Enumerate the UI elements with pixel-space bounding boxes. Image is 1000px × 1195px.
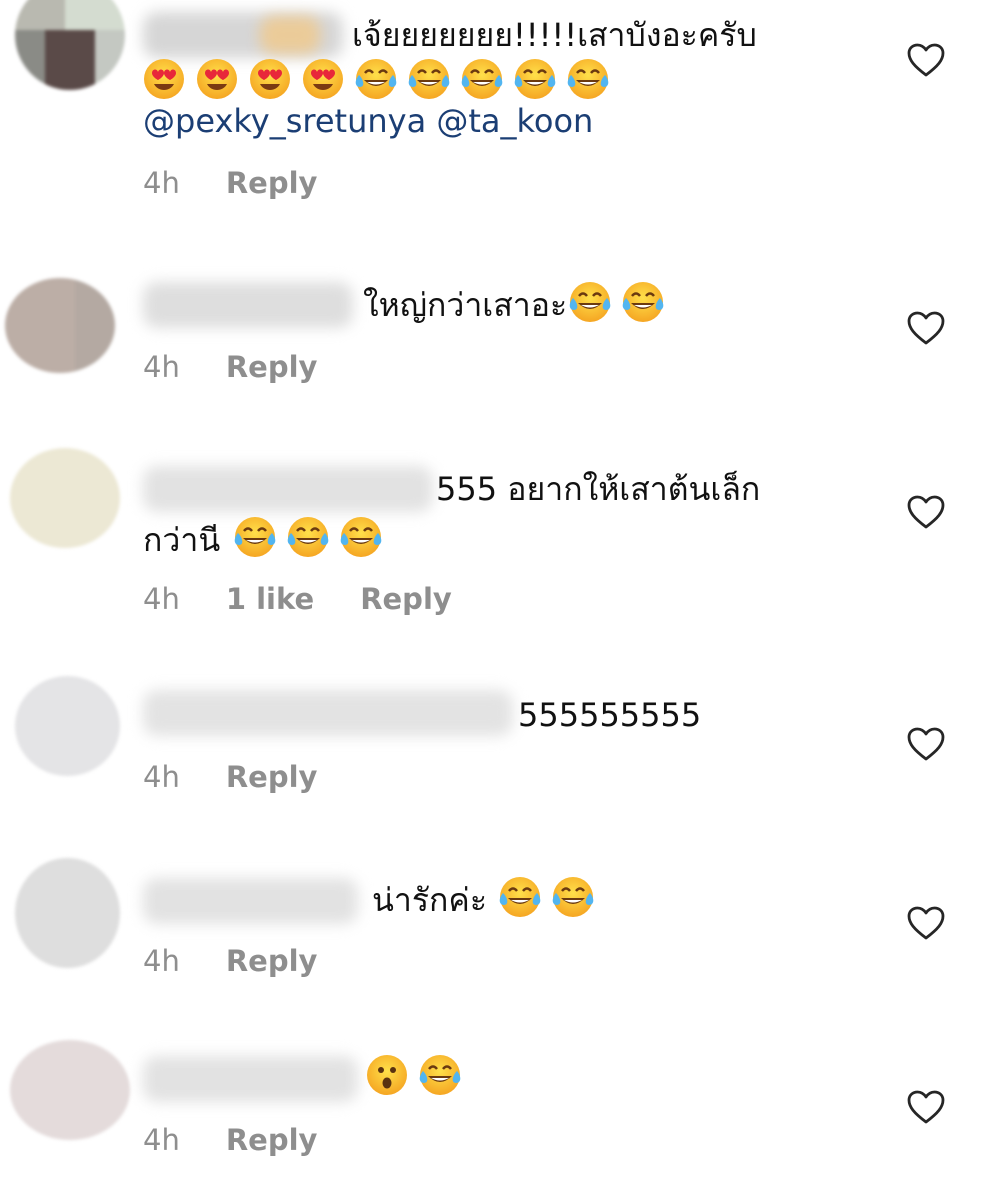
timestamp: 4h: [143, 760, 180, 794]
comment-text: เจ้ยยยยยยย!!!!!เสาบังอะครับ: [352, 16, 757, 54]
avatar[interactable]: [5, 278, 115, 373]
timestamp: 4h: [143, 166, 180, 200]
timestamp: 4h: [143, 582, 180, 616]
avatar[interactable]: [10, 1040, 130, 1140]
reply-button[interactable]: Reply: [226, 760, 318, 794]
comment-meta: 4h Reply: [143, 166, 363, 200]
mention-link[interactable]: @ta_koon: [436, 102, 593, 140]
tears-of-joy-emoji-icon: [499, 876, 541, 918]
tears-of-joy-emoji-icon: [355, 58, 397, 100]
like-heart-icon[interactable]: [906, 42, 946, 78]
like-heart-icon[interactable]: [906, 1089, 946, 1125]
comment-text: [366, 1054, 472, 1101]
tears-of-joy-emoji-icon: [622, 281, 664, 323]
avatar[interactable]: [15, 676, 120, 776]
reply-button[interactable]: Reply: [226, 1123, 318, 1157]
like-heart-icon[interactable]: [906, 905, 946, 941]
reply-button[interactable]: Reply: [360, 582, 452, 616]
comment-text: 555 อยากให้เสาต้นเล็ก: [436, 470, 761, 508]
comment-text: น่ารักค่ะ: [372, 876, 605, 923]
username-blurred[interactable]: [143, 878, 358, 924]
tears-of-joy-emoji-icon: [408, 58, 450, 100]
reply-button[interactable]: Reply: [226, 944, 318, 978]
tears-of-joy-emoji-icon: [287, 516, 329, 558]
timestamp: 4h: [143, 1123, 180, 1157]
tears-of-joy-emoji-icon: [552, 876, 594, 918]
comment-meta: 4h Reply: [143, 350, 363, 384]
like-heart-icon[interactable]: [906, 310, 946, 346]
username-blurred[interactable]: [143, 690, 513, 736]
comment-meta: 4h Reply: [143, 944, 363, 978]
heart-eyes-emoji-icon: [143, 58, 185, 100]
heart-eyes-emoji-icon: [196, 58, 238, 100]
comment-mentions: @pexky_sretunya @ta_koon: [143, 98, 593, 144]
username-blurred[interactable]: [143, 282, 353, 328]
heart-eyes-emoji-icon: [302, 58, 344, 100]
comment-text: 555555555: [518, 696, 702, 734]
like-heart-icon[interactable]: [906, 494, 946, 530]
tears-of-joy-emoji-icon: [567, 58, 609, 100]
tears-of-joy-emoji-icon: [234, 516, 276, 558]
avatar[interactable]: [15, 858, 120, 968]
comment-meta: 4h Reply: [143, 760, 363, 794]
astonished-emoji-icon: [366, 1054, 408, 1096]
like-heart-icon[interactable]: [906, 726, 946, 762]
tears-of-joy-emoji-icon: [569, 281, 611, 323]
avatar[interactable]: [15, 0, 125, 90]
tears-of-joy-emoji-icon: [340, 516, 382, 558]
timestamp: 4h: [143, 944, 180, 978]
username-blurred[interactable]: [143, 1056, 358, 1102]
comment-text: ใหญ่กว่าเสาอะ: [363, 281, 675, 328]
tears-of-joy-emoji-icon: [419, 1054, 461, 1096]
tears-of-joy-emoji-icon: [461, 58, 503, 100]
reply-button[interactable]: Reply: [226, 166, 318, 200]
comment-text-line2: กว่านี: [143, 516, 393, 563]
reply-button[interactable]: Reply: [226, 350, 318, 384]
likes-count-link[interactable]: 1 like: [226, 582, 314, 616]
mention-link[interactable]: @pexky_sretunya: [143, 102, 426, 140]
tears-of-joy-emoji-icon: [514, 58, 556, 100]
avatar[interactable]: [10, 448, 120, 548]
username-blurred[interactable]: [143, 466, 433, 512]
comment-meta: 4h Reply: [143, 1123, 363, 1157]
comment-meta: 4h 1 like Reply: [143, 582, 498, 616]
heart-eyes-emoji-icon: [249, 58, 291, 100]
timestamp: 4h: [143, 350, 180, 384]
